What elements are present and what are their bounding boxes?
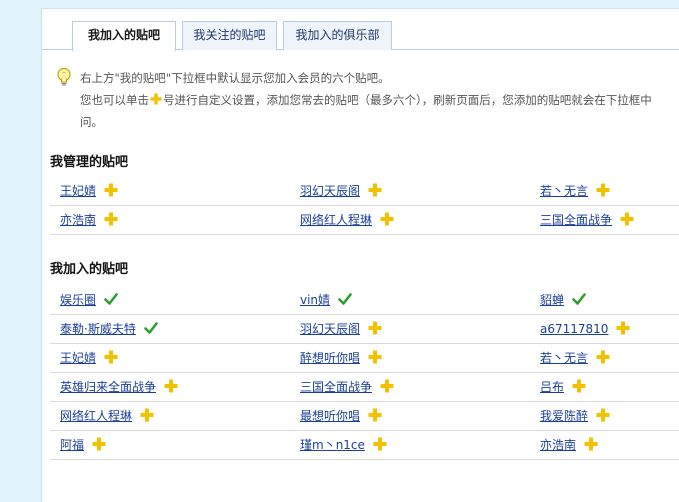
plus-icon[interactable]: [596, 350, 610, 364]
plus-icon[interactable]: [140, 408, 154, 422]
bar-link[interactable]: 网络红人程琳: [300, 213, 372, 227]
table-row: 娱乐圈 vin婧 貂蝉: [50, 286, 679, 315]
bar-cell: 英雄归来全面战争: [60, 373, 178, 401]
plus-icon[interactable]: [620, 212, 634, 226]
bar-link[interactable]: 貂蝉: [540, 293, 564, 307]
bar-link[interactable]: 醉想听你唱: [300, 351, 360, 365]
bar-link[interactable]: 羽幻天辰阁: [300, 184, 360, 198]
bar-link[interactable]: 亦浩南: [60, 213, 96, 227]
plus-icon[interactable]: [104, 350, 118, 364]
bar-cell: 网络红人程琳: [60, 402, 154, 430]
table-row: 王妃婧 醉想听你唱 若丶无言: [50, 344, 679, 373]
bar-link[interactable]: 瑾m丶n1ce: [300, 438, 365, 452]
bar-cell: 羽幻天辰阁: [300, 177, 382, 205]
bar-cell: 阿福: [60, 431, 106, 459]
plus-icon[interactable]: [164, 379, 178, 393]
bar-cell: 醉想听你唱: [300, 344, 382, 372]
plus-icon[interactable]: [596, 408, 610, 422]
plus-icon[interactable]: [616, 321, 630, 335]
plus-icon[interactable]: [92, 437, 106, 451]
tab-followed-bars[interactable]: 我关注的贴吧: [182, 21, 277, 50]
managed-bars-title: 我管理的贴吧: [50, 155, 129, 170]
tip-line-2-end: 号进行自定义设置，添加您常去的贴吧（最多六个），刷新页面后，您添加的贴吧就会在下…: [163, 93, 652, 107]
bar-cell: 亦浩南: [60, 206, 118, 234]
bar-cell: 三国全面战争: [540, 206, 634, 234]
bar-cell: 三国全面战争: [300, 373, 394, 401]
check-icon: [104, 293, 118, 305]
bar-cell: a67117810: [540, 315, 630, 343]
main-panel: 我加入的贴吧 我关注的贴吧 我加入的俱乐部 右上方"我的贴吧"下拉框中默认显示您…: [41, 8, 679, 502]
bar-cell: 王妃婧: [60, 344, 118, 372]
tip-line-3: 问。: [80, 115, 103, 129]
bar-link[interactable]: 娱乐圈: [60, 293, 96, 307]
bar-link[interactable]: 王妃婧: [60, 184, 96, 198]
plus-icon[interactable]: [572, 379, 586, 393]
table-row: 阿福 瑾m丶n1ce 亦浩南: [50, 431, 679, 460]
bar-cell: 羽幻天辰阁: [300, 315, 382, 343]
bar-cell: 泰勒·斯威夫特: [60, 315, 158, 343]
check-icon: [572, 293, 586, 305]
plus-icon[interactable]: [368, 350, 382, 364]
tip-line-2: 您也可以单击 号进行自定义设置，添加您常去的贴吧（最多六个），刷新页面后，您添加的…: [80, 89, 679, 111]
table-row: 亦浩南 网络红人程琳 三国全面战争: [50, 206, 679, 235]
table-row: 英雄归来全面战争 三国全面战争 吕布: [50, 373, 679, 402]
bar-cell: 若丶无言: [540, 344, 610, 372]
bar-cell: 吕布: [540, 373, 586, 401]
plus-icon[interactable]: [368, 408, 382, 422]
tab-joined-clubs[interactable]: 我加入的俱乐部: [283, 21, 392, 50]
table-row: 王妃婧 羽幻天辰阁 若丶无言: [50, 177, 679, 206]
managed-bars-grid: 王妃婧 羽幻天辰阁 若丶无言亦浩南 网络红人程琳 三国全面战争: [50, 177, 679, 235]
bar-link[interactable]: 若丶无言: [540, 351, 588, 365]
bar-link[interactable]: 泰勒·斯威夫特: [60, 322, 136, 336]
check-icon: [144, 322, 158, 334]
plus-icon[interactable]: [380, 212, 394, 226]
bar-link[interactable]: 亦浩南: [540, 438, 576, 452]
bar-link[interactable]: 英雄归来全面战争: [60, 380, 156, 394]
joined-bars-title: 我加入的贴吧: [50, 262, 129, 277]
bar-link[interactable]: 王妃婧: [60, 351, 96, 365]
bar-cell: 瑾m丶n1ce: [300, 431, 387, 459]
bar-cell: 我爱陈醉: [540, 402, 610, 430]
tab-bar: 我加入的贴吧 我关注的贴吧 我加入的俱乐部: [42, 9, 679, 51]
bar-link[interactable]: 最想听你唱: [300, 409, 360, 423]
tip-line-1: 右上方"我的贴吧"下拉框中默认显示您加入会员的六个贴吧。: [80, 71, 390, 85]
bar-link[interactable]: 阿福: [60, 438, 84, 452]
bar-cell: 最想听你唱: [300, 402, 382, 430]
tip-line-2-start: 您也可以单击: [80, 93, 149, 107]
bar-link[interactable]: 若丶无言: [540, 184, 588, 198]
plus-icon[interactable]: [368, 321, 382, 335]
bar-link[interactable]: 三国全面战争: [300, 380, 372, 394]
plus-icon[interactable]: [104, 212, 118, 226]
plus-icon[interactable]: [584, 437, 598, 451]
tab-joined-bars[interactable]: 我加入的贴吧: [72, 21, 176, 51]
bar-cell: 若丶无言: [540, 177, 610, 205]
joined-bars-grid: 娱乐圈 vin婧 貂蝉泰勒·斯威夫特 羽幻天辰阁 a67117810 王妃婧 醉想听你唱 若丶…: [50, 286, 679, 460]
bar-cell: 亦浩南: [540, 431, 598, 459]
plus-icon[interactable]: [373, 437, 387, 451]
table-row: 泰勒·斯威夫特 羽幻天辰阁 a67117810: [50, 315, 679, 344]
table-row: 网络红人程琳 最想听你唱 我爱陈醉: [50, 402, 679, 431]
plus-icon[interactable]: [104, 183, 118, 197]
bar-cell: 王妃婧: [60, 177, 118, 205]
lightbulb-icon: [57, 67, 71, 86]
bar-link[interactable]: vin婧: [300, 293, 330, 307]
plus-icon[interactable]: [380, 379, 394, 393]
bar-cell: vin婧: [300, 286, 352, 314]
bar-link[interactable]: 网络红人程琳: [60, 409, 132, 423]
plus-icon[interactable]: [596, 183, 610, 197]
bar-link[interactable]: a67117810: [540, 322, 608, 336]
bar-link[interactable]: 吕布: [540, 380, 564, 394]
bar-link[interactable]: 三国全面战争: [540, 213, 612, 227]
bar-link[interactable]: 羽幻天辰阁: [300, 322, 360, 336]
bar-cell: 娱乐圈: [60, 286, 118, 314]
plus-icon: [150, 93, 162, 105]
check-icon: [338, 293, 352, 305]
bar-link[interactable]: 我爱陈醉: [540, 409, 588, 423]
bar-cell: 貂蝉: [540, 286, 586, 314]
bar-cell: 网络红人程琳: [300, 206, 394, 234]
plus-icon[interactable]: [368, 183, 382, 197]
